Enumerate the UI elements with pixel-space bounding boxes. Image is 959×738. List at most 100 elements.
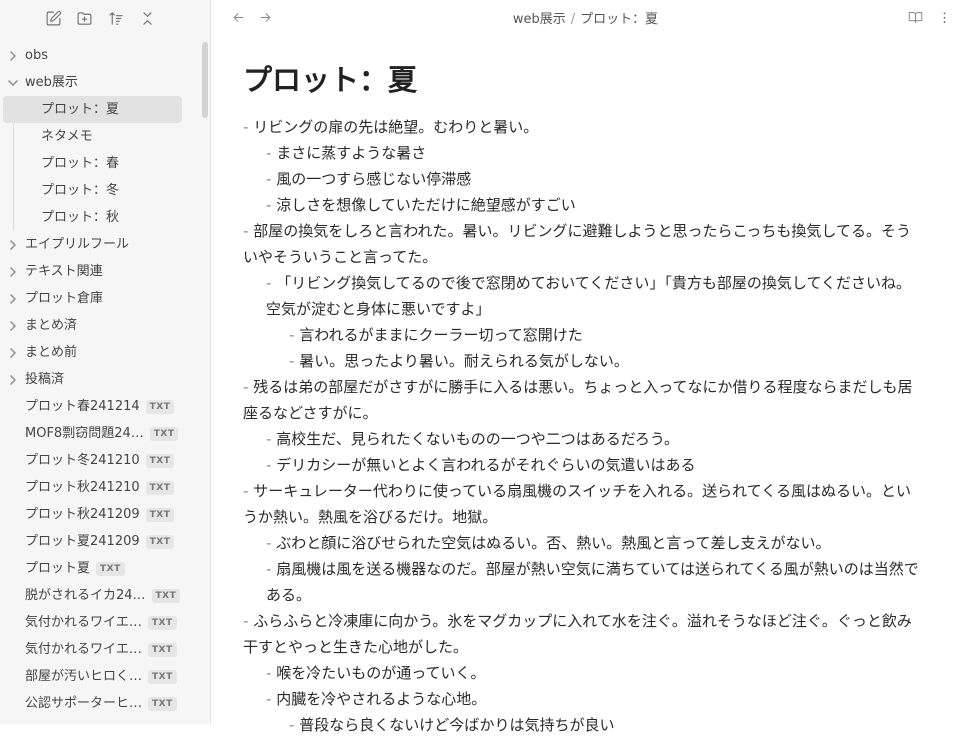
new-note-button[interactable] <box>43 8 63 28</box>
folder-item[interactable]: まとめ済 <box>0 312 205 339</box>
bullet-list: - リビングの扉の先は絶望。むわりと暑い。 - まさに蒸すような暑さ - 風の一つす… <box>243 114 923 738</box>
chevron-right-icon <box>7 366 19 393</box>
file-type-badge: TXT <box>149 426 179 441</box>
file-type-badge: TXT <box>96 561 125 576</box>
file-item[interactable]: プロット：冬 <box>0 177 205 204</box>
file-type-badge: TXT <box>145 453 175 468</box>
file-item[interactable]: 公認サポーターヒ… TXT <box>0 690 205 717</box>
file-tree: obs web展示 プロット：夏 ネタメモ プロット：春 プロット：冬 プロット… <box>0 42 205 717</box>
folder-label: エイプリルフール <box>25 237 130 252</box>
folder-item[interactable]: エイプリルフール <box>0 231 205 258</box>
file-label: プロット：冬 <box>41 183 120 198</box>
new-folder-button[interactable] <box>74 8 94 28</box>
file-type-badge: TXT <box>148 669 177 684</box>
file-label: 部屋が汚いヒロく… <box>25 669 143 684</box>
file-explorer-sidebar: obs web展示 プロット：夏 ネタメモ プロット：春 プロット：冬 プロット… <box>0 0 211 724</box>
list-item: - 高校生だ、見られたくないものの一つや二つはあるだろう。 <box>243 426 923 452</box>
chevron-right-icon <box>7 339 19 366</box>
file-item[interactable]: プロット夏 TXT <box>0 555 205 582</box>
file-type-badge: TXT <box>147 642 177 657</box>
file-item[interactable]: プロット：春 <box>0 150 205 177</box>
list-bullet: - <box>266 690 277 708</box>
folder-web[interactable]: web展示 <box>0 69 205 96</box>
file-type-badge: TXT <box>145 534 175 549</box>
list-bullet: - <box>243 222 254 240</box>
file-item[interactable]: プロット秋241210 TXT <box>0 474 205 501</box>
file-type-badge: TXT <box>147 615 177 630</box>
file-label: プロット秋241210 <box>25 480 140 495</box>
list-bullet: - <box>266 144 277 162</box>
list-item: - 「リビング換気してるので後で窓閉めておいてください」「貴方も部屋の換気してく… <box>243 270 923 322</box>
reading-view-button[interactable] <box>906 8 924 26</box>
list-item: - 風の一つすら感じない停滞感 <box>243 166 923 192</box>
list-item-text: 喉を冷たいものが通っていく。 <box>276 664 486 682</box>
list-bullet: - <box>266 456 277 474</box>
list-item-text: サーキュレーター代わりに使っている扇風機のスイッチを入れる。送られてくる風はぬる… <box>243 482 911 526</box>
chevron-down-icon <box>7 69 19 96</box>
back-button[interactable] <box>229 8 247 26</box>
list-item-text: リビングの扉の先は絶望。むわりと暑い。 <box>253 118 539 136</box>
file-item[interactable]: プロット秋241209 TXT <box>0 501 205 528</box>
list-item: - 涼しさを想像していただけに絶望感がすごい <box>243 192 923 218</box>
list-item: - ふらふらと冷凍庫に向かう。氷をマグカップに入れて水を注ぐ。溢れそうなほど注ぐ… <box>243 608 923 660</box>
file-type-badge: TXT <box>145 399 175 414</box>
file-type-badge: TXT <box>148 696 177 711</box>
list-item-text: 扇風機は風を送る機器なのだ。部屋が熱い空気に満ちていては送られてくる風が熱いのは… <box>266 560 919 604</box>
file-item[interactable]: プロット春241214 TXT <box>0 393 205 420</box>
list-bullet: - <box>243 378 254 396</box>
sort-button[interactable] <box>106 8 126 28</box>
file-item[interactable]: プロット：秋 <box>0 204 205 231</box>
forward-button[interactable] <box>256 8 274 26</box>
file-item[interactable]: 気付かれるワイエ… TXT <box>0 636 205 663</box>
list-item-text: 涼しさを想像していただけに絶望感がすごい <box>276 196 576 214</box>
file-item[interactable]: プロット夏241209 TXT <box>0 528 205 555</box>
file-label: ネタメモ <box>41 129 93 144</box>
file-item[interactable]: 脱がされるイカ24… TXT <box>0 582 205 609</box>
edit-icon <box>46 10 61 25</box>
file-label: プロット冬241210 <box>25 453 140 468</box>
chevron-right-icon <box>7 231 19 258</box>
list-item-text: 「リビング換気してるので後で窓閉めておいてください」「貴方も部屋の換気してくださ… <box>266 274 911 318</box>
chevron-right-icon <box>7 285 19 312</box>
file-item[interactable]: 気付かれるワイエ… TXT <box>0 609 205 636</box>
file-label: 気付かれるワイエ… <box>25 615 142 630</box>
list-item-text: 高校生だ、見られたくないものの一つや二つはあるだろう。 <box>276 430 679 448</box>
file-item-active[interactable]: プロット：夏 <box>3 96 182 123</box>
folder-obs[interactable]: obs <box>0 42 205 69</box>
file-item[interactable]: プロット冬241210 TXT <box>0 447 205 474</box>
list-bullet: - <box>266 430 277 448</box>
breadcrumb-file[interactable]: プロット：夏 <box>580 12 658 27</box>
list-item: - 残るは弟の部屋だがさすがに勝手に入るは悪い。ちょっと入ってなにか借りる程度な… <box>243 374 923 426</box>
folder-plus-icon <box>77 11 91 25</box>
list-item: - ぶわと顔に浴びせられた空気はぬるい。否、熱い。熱風と言って差し支えがない。 <box>243 530 923 556</box>
breadcrumb-folder[interactable]: web展示 <box>513 12 566 27</box>
more-options-button[interactable] <box>935 8 953 26</box>
collapse-icon <box>142 11 152 25</box>
folder-item[interactable]: プロット倉庫 <box>0 285 205 312</box>
list-bullet: - <box>289 352 300 370</box>
folder-item[interactable]: まとめ前 <box>0 339 205 366</box>
list-item: - 部屋の換気をしろと言われた。暑い。リビングに避難しようと思ったらこっちも換気… <box>243 218 923 270</box>
folder-label: まとめ済 <box>25 318 78 333</box>
list-item: - 普段なら良くないけど今ばかりは気持ちが良い <box>243 712 923 738</box>
chevron-right-icon <box>7 258 19 285</box>
list-bullet: - <box>289 716 300 734</box>
folder-item[interactable]: テキスト関連 <box>0 258 205 285</box>
list-item: - リビングの扉の先は絶望。むわりと暑い。 <box>243 114 923 140</box>
folder-label: obs <box>25 48 48 63</box>
file-label: プロット秋241209 <box>25 507 140 522</box>
file-item[interactable]: ネタメモ <box>0 123 205 150</box>
list-item: - 内臓を冷やされるような心地。 <box>243 686 923 712</box>
list-item-text: デリカシーが無いとよく言われるがそれぐらいの気遣いはある <box>276 456 696 474</box>
folder-label: テキスト関連 <box>25 264 103 279</box>
file-item[interactable]: MOF8剽窃問題24… TXT <box>0 420 205 447</box>
file-item[interactable]: 部屋が汚いヒロく… TXT <box>0 663 205 690</box>
list-item-text: 言われるがままにクーラー切って窓開けた <box>299 326 583 344</box>
list-bullet: - <box>266 196 277 214</box>
folder-label: プロット倉庫 <box>25 291 104 306</box>
collapse-all-button[interactable] <box>137 8 157 28</box>
list-item-text: ぶわと顔に浴びせられた空気はぬるい。否、熱い。熱風と言って差し支えがない。 <box>276 534 831 552</box>
file-label: プロット春241214 <box>25 399 140 414</box>
list-item-text: 風の一つすら感じない停滞感 <box>276 170 472 188</box>
folder-item[interactable]: 投稿済 <box>0 366 205 393</box>
